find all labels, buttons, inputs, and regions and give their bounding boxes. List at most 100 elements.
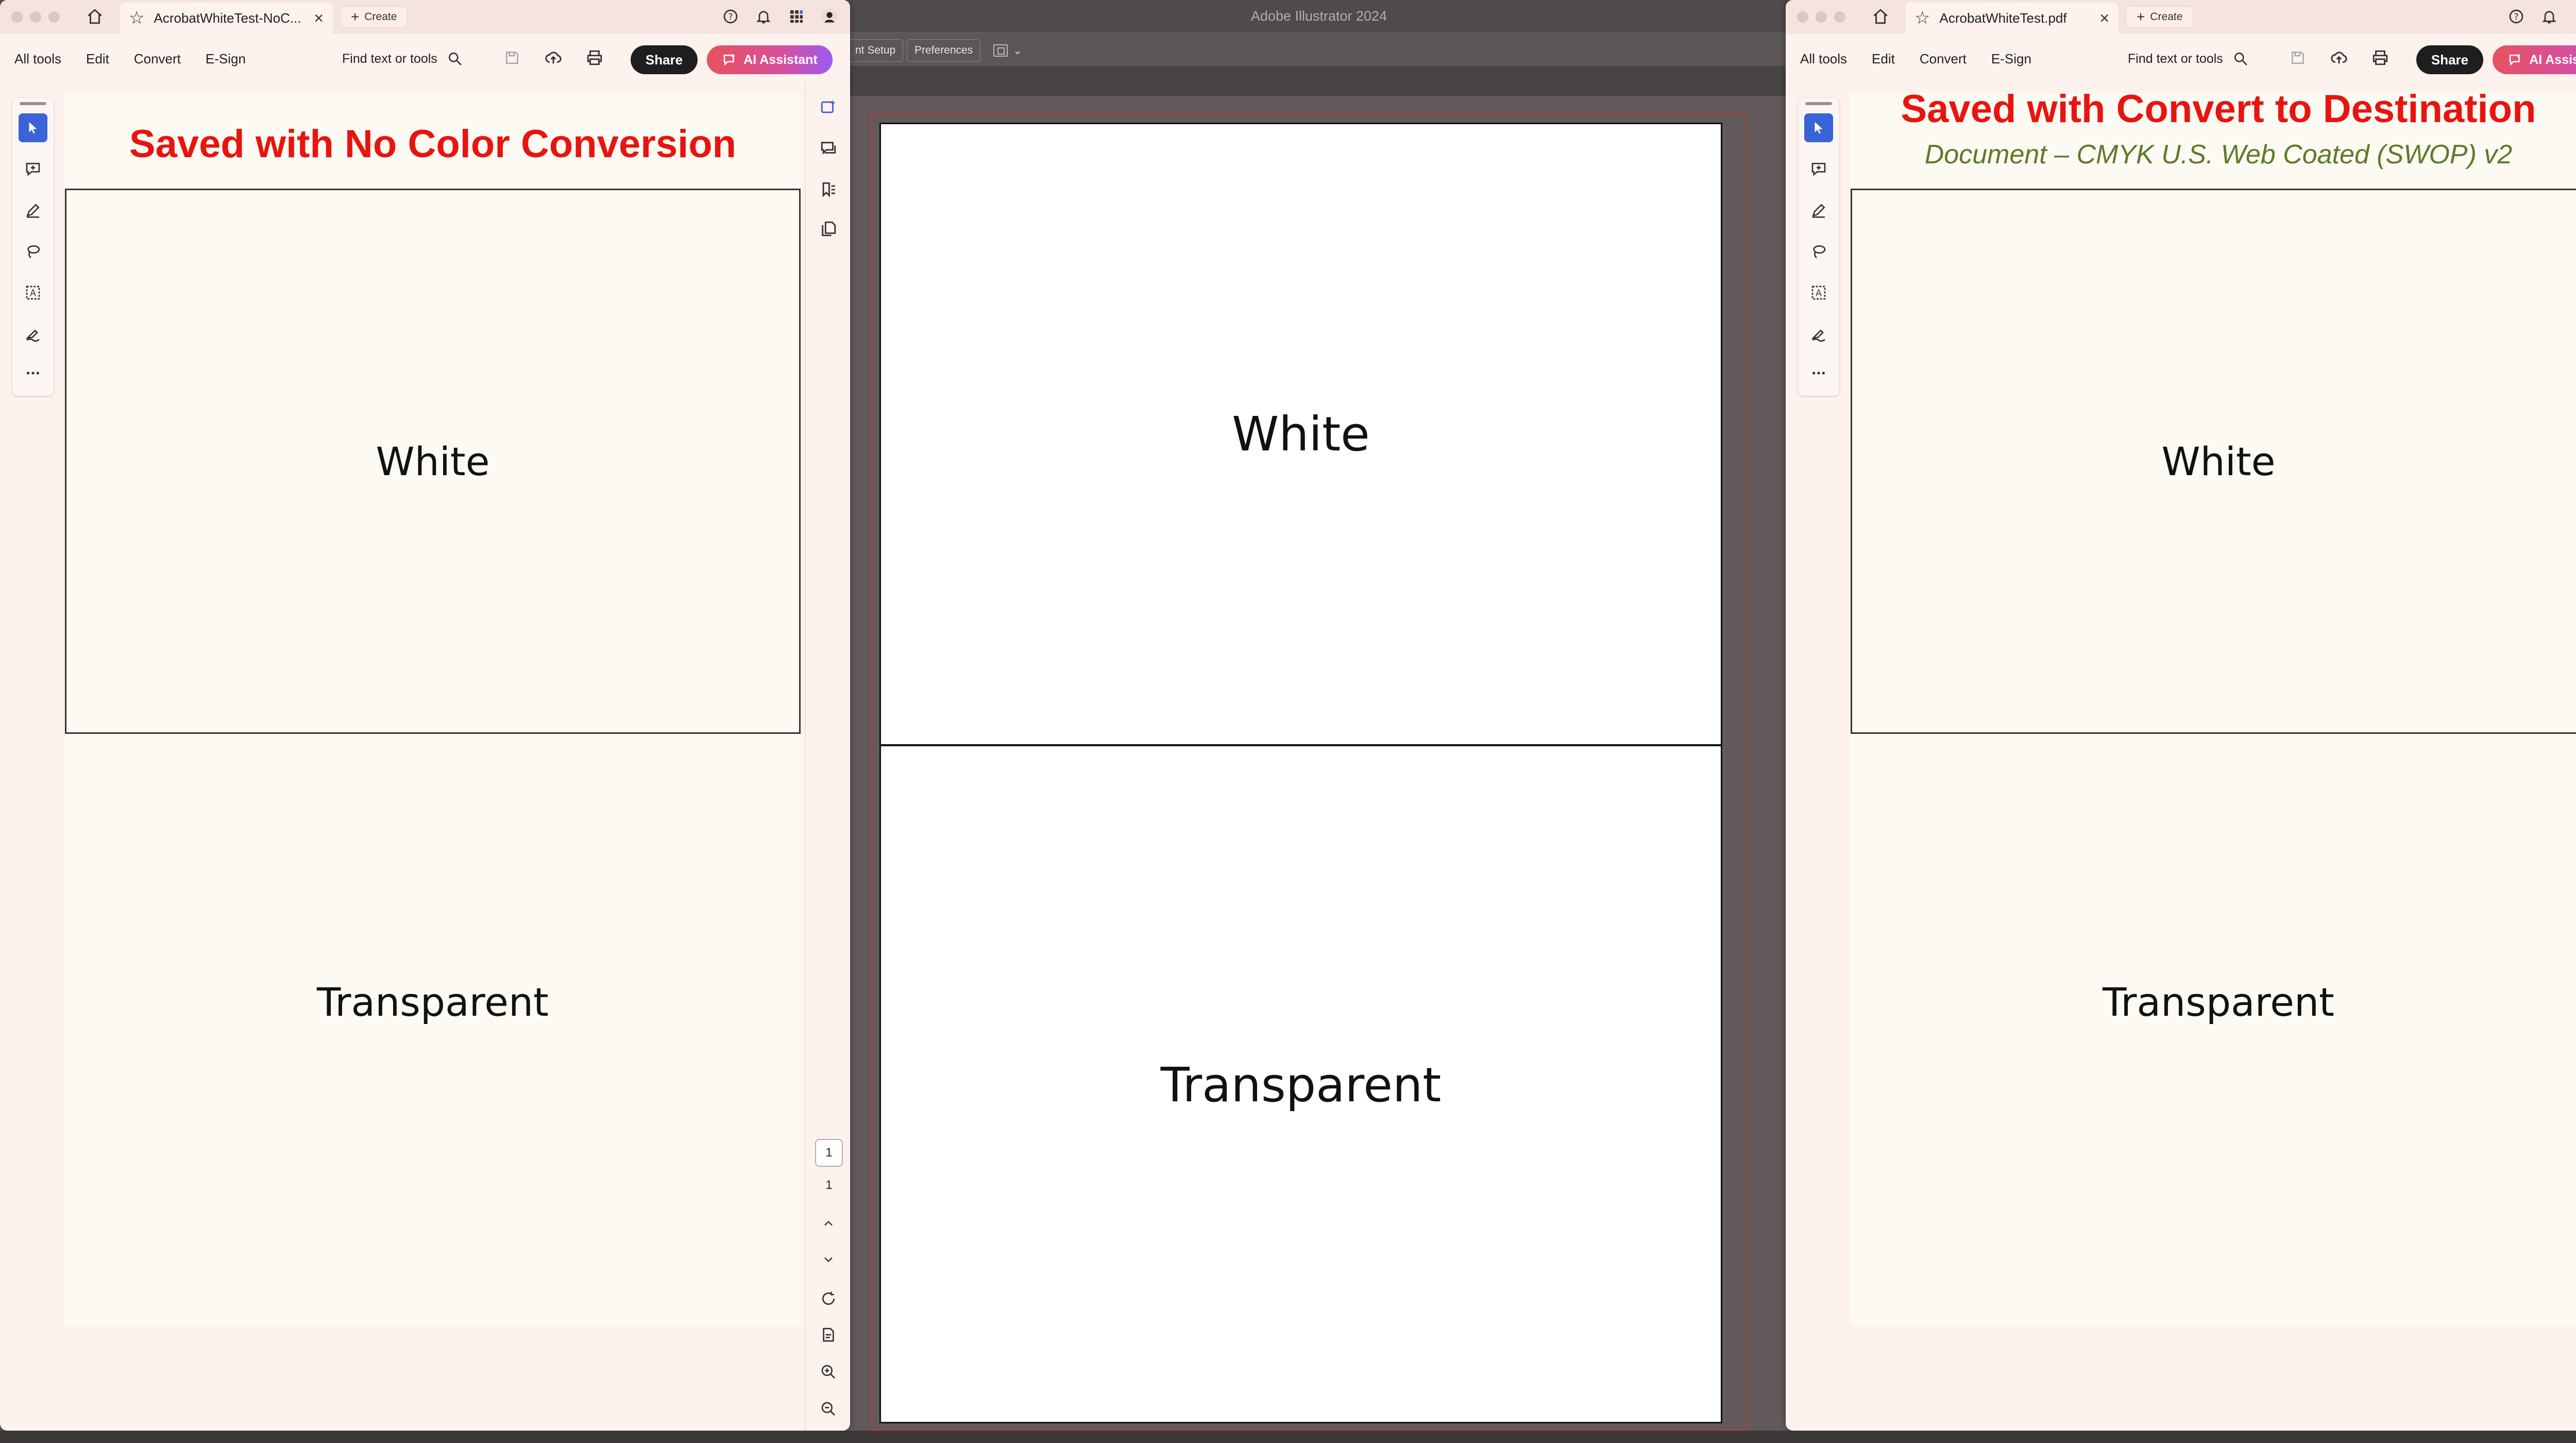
home-button[interactable] xyxy=(1869,5,1892,28)
menu-convert[interactable]: Convert xyxy=(1920,51,1967,67)
close-icon[interactable]: × xyxy=(2099,10,2109,26)
arrange-documents-button[interactable]: ⌄ xyxy=(993,40,1026,61)
document-setup-button[interactable]: nt Setup xyxy=(850,39,904,62)
close-window-button[interactable] xyxy=(11,11,23,23)
draw-tool[interactable] xyxy=(19,196,47,225)
upload-icon[interactable] xyxy=(2329,47,2349,68)
ai-assistant-button[interactable]: AI Assistant xyxy=(707,45,833,74)
home-button[interactable] xyxy=(83,5,106,28)
illustrator-window: Adobe Illustrator 2024 nt Setup Preferen… xyxy=(850,0,1788,1443)
zoom-out-button[interactable] xyxy=(817,1398,840,1420)
text-select-tool[interactable]: A xyxy=(1804,278,1833,307)
illustrator-document-tabs xyxy=(850,66,1788,96)
create-button[interactable]: + Create xyxy=(2126,6,2194,28)
pdf-page[interactable]: Saved with Convert to Destination Docume… xyxy=(1851,87,2576,1324)
bottom-dock-strip xyxy=(0,1431,2576,1443)
notifications-icon[interactable] xyxy=(753,6,774,27)
minimize-window-button[interactable] xyxy=(1816,11,1827,23)
find-label: Find text or tools xyxy=(342,51,437,66)
zoom-in-icon xyxy=(821,1365,835,1379)
rail-drag-handle[interactable] xyxy=(1805,102,1832,105)
ai-assistant-panel-button[interactable] xyxy=(817,96,840,119)
preferences-button[interactable]: Preferences xyxy=(907,39,981,62)
white-rectangle[interactable]: White xyxy=(881,124,1721,746)
help-icon[interactable]: ? xyxy=(2506,6,2527,27)
svg-text:A: A xyxy=(1816,289,1822,299)
menu-edit[interactable]: Edit xyxy=(1872,51,1895,67)
minimize-window-button[interactable] xyxy=(30,11,41,23)
search-icon xyxy=(448,53,462,65)
more-icon xyxy=(1812,372,1825,375)
menu-edit[interactable]: Edit xyxy=(86,51,109,67)
apps-grid-icon[interactable] xyxy=(2572,6,2576,27)
pages-panel-button[interactable] xyxy=(817,217,840,240)
upload-icon[interactable] xyxy=(543,47,564,68)
ai-assistant-button[interactable]: AI Assistant xyxy=(2493,45,2576,74)
zoom-in-button[interactable] xyxy=(817,1361,840,1383)
ai-assistant-icon xyxy=(821,99,836,113)
save-icon[interactable] xyxy=(2287,47,2308,68)
zoom-window-button[interactable] xyxy=(1834,11,1845,23)
page-thumbnail-button[interactable] xyxy=(817,1323,840,1346)
text-select-tool[interactable]: A xyxy=(19,278,47,307)
find-text-or-tools[interactable]: Find text or tools xyxy=(342,35,463,82)
document-tab[interactable]: ☆ AcrobatWhiteTest-NoC... × xyxy=(120,2,333,34)
print-icon[interactable] xyxy=(584,47,605,68)
close-window-button[interactable] xyxy=(1797,11,1808,23)
star-icon[interactable]: ☆ xyxy=(129,9,144,27)
notifications-icon[interactable] xyxy=(2539,6,2560,27)
add-comment-tool[interactable] xyxy=(1804,155,1833,183)
menu-all-tools[interactable]: All tools xyxy=(1800,51,1847,67)
menu-e-sign[interactable]: E-Sign xyxy=(206,51,246,67)
share-button[interactable]: Share xyxy=(2416,45,2483,74)
window-controls xyxy=(11,11,60,23)
previous-page-button[interactable] xyxy=(817,1212,840,1235)
print-icon[interactable] xyxy=(2370,47,2391,68)
draw-tool[interactable] xyxy=(1804,196,1833,225)
window-controls xyxy=(1797,11,1845,23)
star-icon[interactable]: ☆ xyxy=(1914,9,1930,27)
lasso-tool[interactable] xyxy=(1804,237,1833,266)
menu-e-sign[interactable]: E-Sign xyxy=(1991,51,2031,67)
menu-all-tools[interactable]: All tools xyxy=(14,51,61,67)
illustrator-artboard[interactable]: White Transparent xyxy=(879,123,1722,1423)
ai-assistant-label: AI Assistant xyxy=(743,52,818,67)
apps-grid-icon[interactable] xyxy=(786,6,807,27)
lasso-tool[interactable] xyxy=(19,237,47,266)
find-text-or-tools[interactable]: Find text or tools xyxy=(2128,35,2249,82)
main-menu: All tools Edit Convert E-Sign xyxy=(14,35,246,82)
select-tool[interactable] xyxy=(1804,113,1833,142)
transparent-area[interactable]: Transparent xyxy=(881,748,1721,1422)
next-page-button[interactable] xyxy=(817,1248,840,1271)
illustrator-window-title: Adobe Illustrator 2024 xyxy=(1250,8,1387,24)
rotate-button[interactable] xyxy=(817,1287,840,1310)
sign-tool[interactable] xyxy=(1804,320,1833,348)
menu-convert[interactable]: Convert xyxy=(134,51,181,67)
close-icon[interactable]: × xyxy=(314,10,324,26)
white-rectangle: White xyxy=(65,189,801,734)
zoom-window-button[interactable] xyxy=(48,11,60,23)
create-label: Create xyxy=(364,11,397,23)
sign-tool[interactable] xyxy=(19,320,47,348)
acrobat-tab-bar: ☆ AcrobatWhiteTest-NoC... × + Create ? xyxy=(0,0,850,34)
comments-panel-button[interactable] xyxy=(817,137,840,160)
current-page-input[interactable]: 1 xyxy=(815,1139,843,1167)
rail-drag-handle[interactable] xyxy=(20,102,46,105)
add-comment-icon xyxy=(1811,163,1826,176)
add-comment-tool[interactable] xyxy=(19,155,47,183)
quick-tools xyxy=(2287,47,2391,68)
avatar[interactable] xyxy=(819,6,840,27)
select-tool[interactable] xyxy=(19,113,47,142)
bookmarks-panel-button[interactable] xyxy=(817,178,840,201)
more-tools[interactable] xyxy=(1804,359,1833,388)
save-icon[interactable] xyxy=(502,47,522,68)
document-tab[interactable]: ☆ AcrobatWhiteTest.pdf × xyxy=(1905,2,2119,34)
pdf-page[interactable]: Saved with No Color Conversion White Tra… xyxy=(65,93,801,1324)
svg-text:?: ? xyxy=(728,12,733,23)
svg-text:A: A xyxy=(30,289,36,299)
help-icon[interactable]: ? xyxy=(720,6,741,27)
create-button[interactable]: + Create xyxy=(340,6,408,28)
zoom-out-icon xyxy=(821,1402,835,1416)
more-tools[interactable] xyxy=(19,359,47,388)
share-button[interactable]: Share xyxy=(631,45,698,74)
